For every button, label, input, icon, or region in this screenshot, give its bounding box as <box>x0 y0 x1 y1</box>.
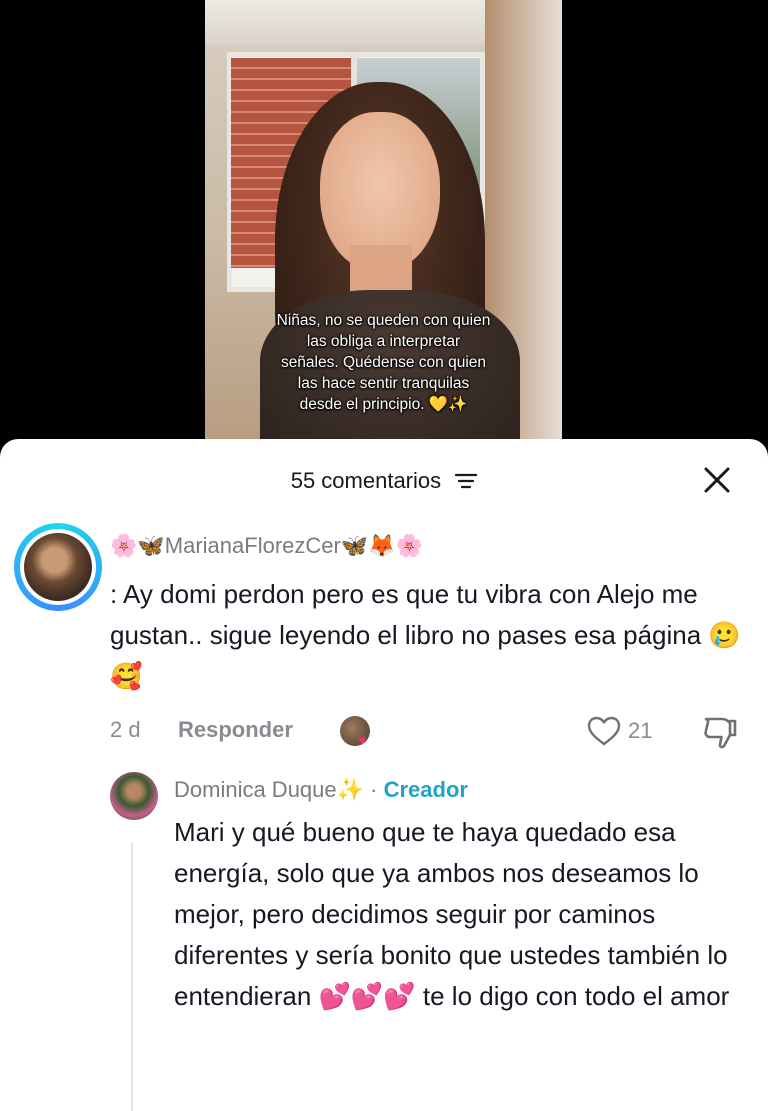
caption-line: desde el principio. 💛✨ <box>299 396 468 413</box>
comments-title: 55 comentarios <box>0 467 768 494</box>
commenter-avatar[interactable] <box>14 523 102 611</box>
comment-text: : Ay domi perdon pero es que tu vibra co… <box>110 579 741 691</box>
caption-line: las hace sentir tranquilas <box>297 375 470 392</box>
reply-thread-line <box>131 843 133 1111</box>
heart-outline-icon[interactable] <box>586 715 622 747</box>
like-count: 21 <box>628 718 653 743</box>
reply-text: Mari y qué bueno que te haya quedado esa… <box>174 817 730 1011</box>
avatar-photo <box>24 533 92 601</box>
creator-badge: Creador <box>383 777 468 802</box>
filter-lines-icon[interactable] <box>455 472 478 490</box>
caption-line: señales. Quédense con quien <box>280 354 487 371</box>
comments-count-label: 55 comentarios <box>290 468 442 494</box>
close-icon[interactable] <box>702 465 732 495</box>
comments-panel: 55 comentarios 🌸🦋MarianaFlorezCer🦋🦊🌸 : A… <box>0 439 768 1111</box>
video-caption: Niñas, no se queden con quien las obliga… <box>205 310 562 415</box>
dislike-icon[interactable] <box>700 713 740 751</box>
comment-age: 2 d <box>110 717 141 742</box>
reply-author-name[interactable]: Dominica Duque✨ <box>174 777 364 802</box>
reply-button[interactable]: Responder <box>178 717 293 743</box>
caption-line: las obliga a interpretar <box>306 333 461 350</box>
separator-dot: · <box>364 777 384 802</box>
caption-line: Niñas, no se queden con quien <box>276 312 491 329</box>
video-player[interactable]: Niñas, no se queden con quien las obliga… <box>205 0 562 460</box>
creator-avatar[interactable] <box>110 772 158 820</box>
comments-header: 55 comentarios <box>0 439 768 519</box>
commenter-username[interactable]: 🌸🦋MarianaFlorezCer🦋🦊🌸 <box>110 533 423 559</box>
creator-liked-heart-icon: ♥ <box>358 732 367 748</box>
reply-author-line: Dominica Duque✨ · Creador <box>174 777 468 803</box>
